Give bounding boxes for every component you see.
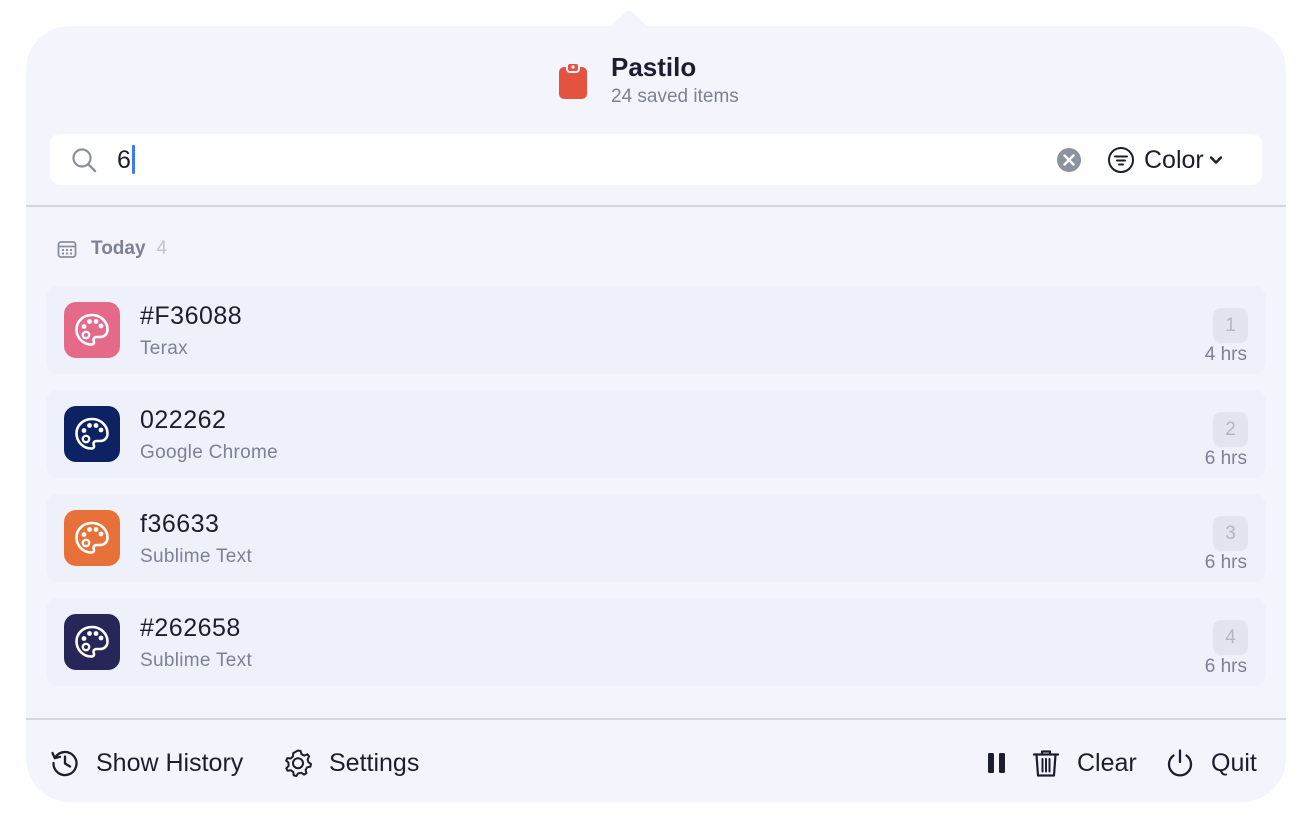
quit-button[interactable]: Quit: [1164, 744, 1257, 782]
clip-source-app: Terax: [140, 338, 188, 359]
clip-value: #262658: [140, 614, 241, 642]
search-icon: [72, 148, 97, 173]
filter-label: Color: [1144, 145, 1204, 174]
show-history-label: Show History: [96, 748, 244, 777]
clip-item[interactable]: #F36088 Terax 1 4 hrs: [46, 286, 1266, 374]
clip-value: 022262: [140, 406, 227, 434]
clip-item[interactable]: 022262 Google Chrome 2 6 hrs: [46, 390, 1266, 478]
text-caret: [132, 145, 135, 174]
show-history-button[interactable]: Show History: [49, 744, 243, 782]
section-count: 4: [156, 238, 168, 259]
search-input[interactable]: 6: [117, 146, 131, 175]
pause-icon: [988, 753, 1005, 773]
color-swatch: [64, 302, 120, 358]
clip-source-app: Sublime Text: [140, 546, 253, 567]
settings-button[interactable]: Settings: [282, 744, 419, 782]
quit-label: Quit: [1211, 748, 1257, 777]
type-filter-dropdown[interactable]: Color: [1107, 144, 1224, 176]
shortcut-index-badge: 2: [1213, 412, 1248, 447]
filter-icon: [1108, 147, 1134, 173]
section-header-today: Today 4: [57, 236, 167, 262]
section-title: Today: [91, 238, 146, 259]
clipboard-icon: [559, 62, 587, 99]
header: Pastilo 24 saved items: [0, 0, 1312, 120]
shortcut-index-badge: 4: [1213, 620, 1248, 655]
shortcut-index-badge: 1: [1213, 308, 1248, 343]
chevron-down-icon: [1209, 156, 1222, 164]
saved-items-count: 24 saved items: [611, 86, 739, 107]
clip-timestamp: 4 hrs: [1204, 344, 1247, 365]
clip-source-app: Google Chrome: [140, 442, 279, 463]
clip-item[interactable]: f36633 Sublime Text 3 6 hrs: [46, 494, 1266, 582]
clear-button[interactable]: Clear: [1030, 744, 1137, 782]
header-divider: [26, 205, 1286, 207]
calendar-icon: [57, 241, 77, 258]
pause-button[interactable]: [981, 744, 1013, 782]
app-title: Pastilo: [611, 52, 697, 82]
color-swatch: [64, 510, 120, 566]
palette-icon: [75, 313, 109, 346]
palette-icon: [75, 417, 109, 450]
trash-icon: [1032, 750, 1060, 777]
power-icon: [1167, 749, 1193, 777]
palette-icon: [75, 521, 109, 554]
clip-timestamp: 6 hrs: [1204, 656, 1247, 677]
clip-timestamp: 6 hrs: [1204, 448, 1247, 469]
palette-icon: [75, 625, 109, 658]
clip-value: #F36088: [140, 302, 243, 330]
history-icon: [51, 750, 78, 777]
gear-icon: [285, 749, 312, 777]
clip-value: f36633: [140, 510, 220, 538]
shortcut-index-badge: 3: [1213, 516, 1248, 551]
clip-source-app: Sublime Text: [140, 650, 253, 671]
footer-divider: [26, 718, 1286, 720]
clear-search-icon[interactable]: [1056, 147, 1082, 173]
settings-label: Settings: [329, 748, 420, 777]
color-swatch: [64, 614, 120, 670]
clip-timestamp: 6 hrs: [1204, 552, 1247, 573]
search-bar: 6 Color: [50, 134, 1262, 185]
clear-label: Clear: [1077, 748, 1137, 777]
color-swatch: [64, 406, 120, 462]
clip-item[interactable]: #262658 Sublime Text 4 6 hrs: [46, 598, 1266, 686]
